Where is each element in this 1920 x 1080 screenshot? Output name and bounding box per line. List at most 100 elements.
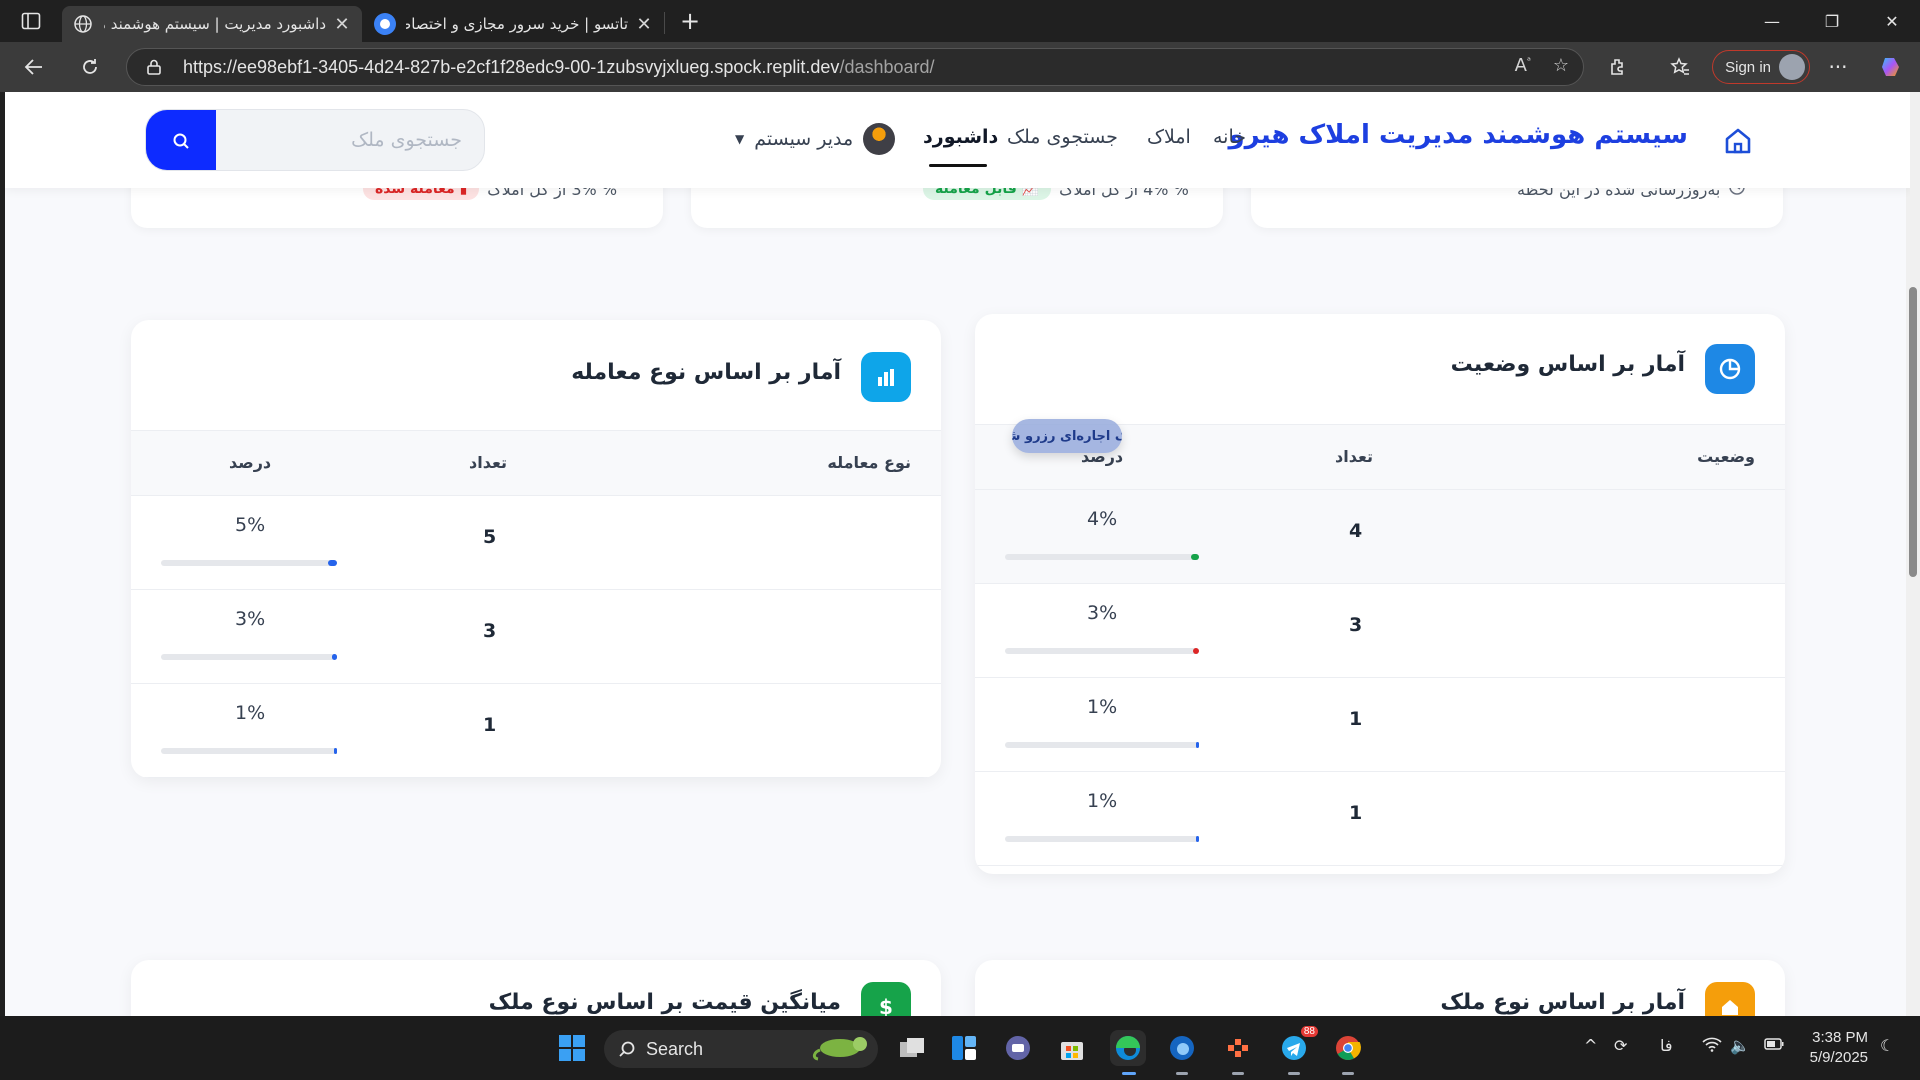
edge-dev-icon[interactable] — [1164, 1030, 1200, 1066]
progress-bar-fill — [334, 748, 337, 754]
th-percent: درصد — [229, 453, 272, 472]
home-icon[interactable] — [1723, 126, 1753, 156]
tab-dashboard[interactable]: داشبورد مدیریت | سیستم هوشمند مد ✕ — [62, 6, 362, 42]
nav-link-home[interactable]: خانه — [1213, 126, 1246, 148]
tab-close-icon[interactable]: ✕ — [332, 14, 352, 35]
taskbar-search[interactable]: Search — [604, 1030, 878, 1068]
th-count: تعداد — [1335, 447, 1373, 466]
system-clock[interactable]: 3:38 PM 5/9/2025 — [1804, 1028, 1868, 1068]
row-percent: 4% — [1087, 508, 1118, 530]
row-count: 3 — [1349, 614, 1363, 636]
new-tab-button[interactable]: + — [676, 8, 704, 36]
progress-bar — [1005, 554, 1199, 560]
avg-price-card-title: میانگین قیمت بر اساس نوع ملک — [488, 990, 841, 1015]
widgets-icon[interactable] — [946, 1030, 982, 1066]
row-percent: 3% — [235, 608, 266, 630]
more-menu-icon[interactable]: ··· — [1822, 51, 1854, 83]
sign-in-button[interactable]: Sign in — [1712, 50, 1810, 84]
windows-taskbar: Search 88 ^ ⟳ فا 🔈 3:38 PM 5/9/2025 ☾ — [0, 1016, 1920, 1080]
page-scrollbar[interactable] — [1906, 92, 1920, 1016]
clock-date: 5/9/2025 — [1809, 1049, 1868, 1066]
telegram-icon[interactable]: 88 — [1276, 1026, 1318, 1066]
th-count: تعداد — [469, 453, 507, 472]
tab-tatso[interactable]: تاتسو | خرید سرور مجازی و اختصاصی ✕ — [364, 6, 664, 42]
progress-bar — [161, 560, 337, 566]
nav-link-properties[interactable]: املاک — [1147, 126, 1191, 148]
top-navbar: سیستم هوشمند مدیریت املاک هیرو خانه املا… — [5, 92, 1910, 188]
volume-icon[interactable]: 🔈 — [1730, 1036, 1750, 1055]
nav-link-search[interactable]: جستجوی ملک — [1007, 126, 1118, 148]
row-percent: 1% — [1087, 696, 1118, 718]
table-row: 1 1% — [975, 678, 1785, 772]
read-aloud-icon[interactable]: Aᵃ — [1515, 55, 1531, 76]
browser-toolbar: https://ee98ebf1-3405-4d24-827b-e2cf1f28… — [0, 42, 1920, 92]
house-icon — [1705, 982, 1755, 1016]
row-count: 5 — [483, 526, 497, 548]
wifi-icon[interactable] — [1702, 1036, 1722, 1056]
search-button[interactable] — [146, 110, 216, 170]
user-menu[interactable]: مدیر سیستم ▼ — [735, 122, 896, 156]
language-indicator[interactable]: فا — [1660, 1036, 1673, 1055]
th-status: وضعیت — [1697, 447, 1755, 466]
progress-bar-fill — [1196, 742, 1199, 748]
refresh-icon[interactable] — [74, 51, 106, 83]
progress-bar — [161, 748, 337, 754]
edge-browser-icon[interactable] — [1110, 1030, 1146, 1066]
microsoft-store-icon[interactable] — [1054, 1030, 1090, 1066]
windows-start-icon[interactable] — [554, 1030, 590, 1066]
progress-bar — [161, 654, 337, 660]
address-bar[interactable]: https://ee98ebf1-3405-4d24-827b-e2cf1f28… — [126, 48, 1584, 86]
row-count: 4 — [1349, 520, 1363, 542]
th-deal-type: نوع معامله — [827, 453, 911, 472]
restore-icon[interactable]: ❐ — [1802, 0, 1862, 42]
scrollbar-thumb[interactable] — [1909, 287, 1917, 577]
tab-close-icon[interactable]: ✕ — [634, 14, 654, 35]
user-avatar — [863, 123, 896, 155]
lock-icon[interactable] — [143, 56, 165, 78]
progress-bar — [1005, 836, 1199, 842]
tab-actions-icon[interactable] — [14, 9, 48, 33]
dollar-icon: $ — [861, 982, 911, 1016]
chevron-up-icon[interactable]: ^ — [1584, 1036, 1597, 1055]
globe-icon — [72, 13, 94, 35]
progress-bar — [1005, 648, 1199, 654]
app-indicator — [1288, 1072, 1300, 1075]
app-orange-icon[interactable] — [1220, 1030, 1256, 1066]
profile-avatar-icon — [1779, 54, 1805, 80]
task-view-icon[interactable] — [894, 1030, 930, 1066]
chart-tooltip: ملک اجاره‌ای رزرو شده — [1012, 419, 1122, 453]
nav-link-dashboard[interactable]: داشبورد — [923, 126, 998, 148]
chrome-icon[interactable] — [1330, 1030, 1366, 1066]
row-percent: 1% — [1087, 790, 1118, 812]
chameleon-icon — [810, 1032, 872, 1067]
progress-bar-fill — [332, 654, 337, 660]
close-window-icon[interactable]: ✕ — [1862, 0, 1920, 42]
battery-icon[interactable] — [1764, 1036, 1784, 1055]
favorites-icon[interactable] — [1664, 51, 1696, 83]
row-count: 1 — [1349, 802, 1363, 824]
notification-moon-icon[interactable]: ☾ — [1880, 1036, 1894, 1055]
bar-chart-icon — [861, 352, 911, 402]
brand-title[interactable]: سیستم هوشمند مدیریت املاک هیرو — [1229, 120, 1689, 150]
nav-active-underline — [929, 164, 987, 167]
row-count: 3 — [483, 620, 497, 642]
search-icon — [619, 1041, 635, 1057]
sync-icon[interactable]: ⟳ — [1614, 1036, 1627, 1055]
minimize-icon[interactable]: — — [1742, 0, 1802, 42]
sign-in-label: Sign in — [1725, 58, 1771, 76]
deal-table-header: نوع معامله تعداد درصد — [131, 430, 941, 496]
tab-separator — [664, 12, 665, 34]
table-row: 3 3% — [131, 590, 941, 684]
clock-time: 3:38 PM — [1812, 1029, 1868, 1046]
copilot-icon[interactable] — [1876, 51, 1908, 83]
row-count: 1 — [1349, 708, 1363, 730]
extensions-icon[interactable] — [1602, 51, 1634, 83]
back-arrow-icon[interactable] — [18, 51, 50, 83]
search-input[interactable] — [216, 110, 478, 170]
address-bar-actions: Aᵃ ☆ — [1515, 55, 1569, 76]
active-app-indicator — [1122, 1072, 1136, 1075]
progress-bar-fill — [1193, 648, 1199, 654]
favorite-star-icon[interactable]: ☆ — [1553, 55, 1569, 76]
teams-chat-icon[interactable] — [1000, 1030, 1036, 1066]
avg-price-card: $ میانگین قیمت بر اساس نوع ملک — [131, 960, 941, 1016]
